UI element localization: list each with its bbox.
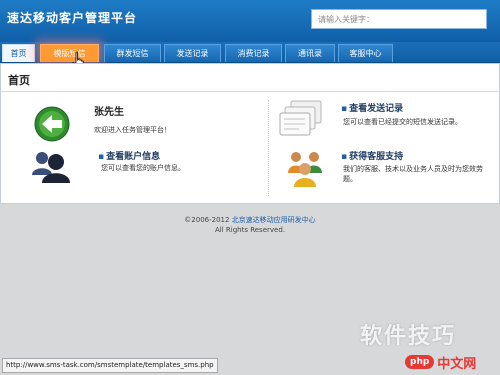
bullet-icon: ▪ bbox=[341, 104, 348, 114]
page-title: 首页 bbox=[8, 74, 30, 87]
tab-home[interactable]: 首页 bbox=[2, 44, 35, 62]
header-bar: 速达移动客户管理平台 bbox=[0, 0, 500, 42]
logo-cn: 中文网 bbox=[437, 356, 477, 372]
tab-contacts[interactable]: 通讯录 bbox=[285, 44, 335, 62]
search-input[interactable] bbox=[311, 9, 487, 29]
column-divider bbox=[268, 100, 269, 196]
account-title[interactable]: 查看账户信息 bbox=[106, 152, 160, 162]
account-desc: 您可以查看您的账户信息。 bbox=[101, 164, 185, 172]
brand-title: 速达移动客户管理平台 bbox=[7, 11, 138, 25]
main-content: 首页 张先生 欢迎进入任务管理平台！ ▪ 查看账户信息 您可以查看您的账户信息。 … bbox=[0, 63, 500, 204]
users-icon bbox=[32, 152, 70, 183]
tab-template-sms[interactable]: 模版短信 bbox=[40, 44, 99, 62]
support-desc-line1: 我们的客服、技术以及业务人员及时为您效劳 bbox=[343, 165, 483, 173]
footer-rights: All Rights Reserved. bbox=[214, 226, 285, 234]
tab-bulk-sms[interactable]: 群发短信 bbox=[104, 44, 161, 62]
documents-icon bbox=[279, 100, 322, 136]
footer-copyright: ©2006-2012 北京速达移动应用研发中心 bbox=[0, 215, 500, 225]
tab-support-center[interactable]: 客服中心 bbox=[338, 44, 393, 62]
tab-spend-records[interactable]: 消费记录 bbox=[225, 44, 282, 62]
php-cn-logo: php 中文网 bbox=[405, 351, 476, 373]
records-link[interactable]: ▪ 查看发送记录 bbox=[341, 101, 403, 114]
bullet-icon: ▪ bbox=[341, 152, 348, 162]
support-title[interactable]: 获得客服支持 bbox=[349, 152, 403, 162]
title-divider bbox=[1, 91, 500, 92]
support-desc-line2: 题。 bbox=[343, 175, 357, 183]
browser-status-bar: http://www.sms-task.com/smstemplate/temp… bbox=[2, 358, 218, 373]
bullet-icon: ▪ bbox=[98, 152, 105, 162]
copyright-year: ©2006-2012 bbox=[184, 216, 230, 224]
records-desc: 您可以查看已经提交的短信发送记录。 bbox=[343, 118, 462, 126]
account-link[interactable]: ▪ 查看账户信息 bbox=[98, 149, 160, 162]
welcome-name: 张先生 bbox=[94, 107, 124, 118]
watermark-text: 软件技巧 bbox=[360, 324, 457, 349]
support-team-icon bbox=[288, 152, 322, 187]
back-arrow-icon bbox=[34, 106, 70, 142]
company-link[interactable]: 北京速达移动应用研发中心 bbox=[232, 216, 316, 224]
welcome-text: 欢迎进入任务管理平台！ bbox=[94, 126, 171, 134]
tab-send-records[interactable]: 发送记录 bbox=[164, 44, 221, 62]
logo-php: php bbox=[405, 355, 435, 369]
support-link[interactable]: ▪ 获得客服支持 bbox=[341, 149, 403, 162]
records-title[interactable]: 查看发送记录 bbox=[349, 104, 403, 114]
